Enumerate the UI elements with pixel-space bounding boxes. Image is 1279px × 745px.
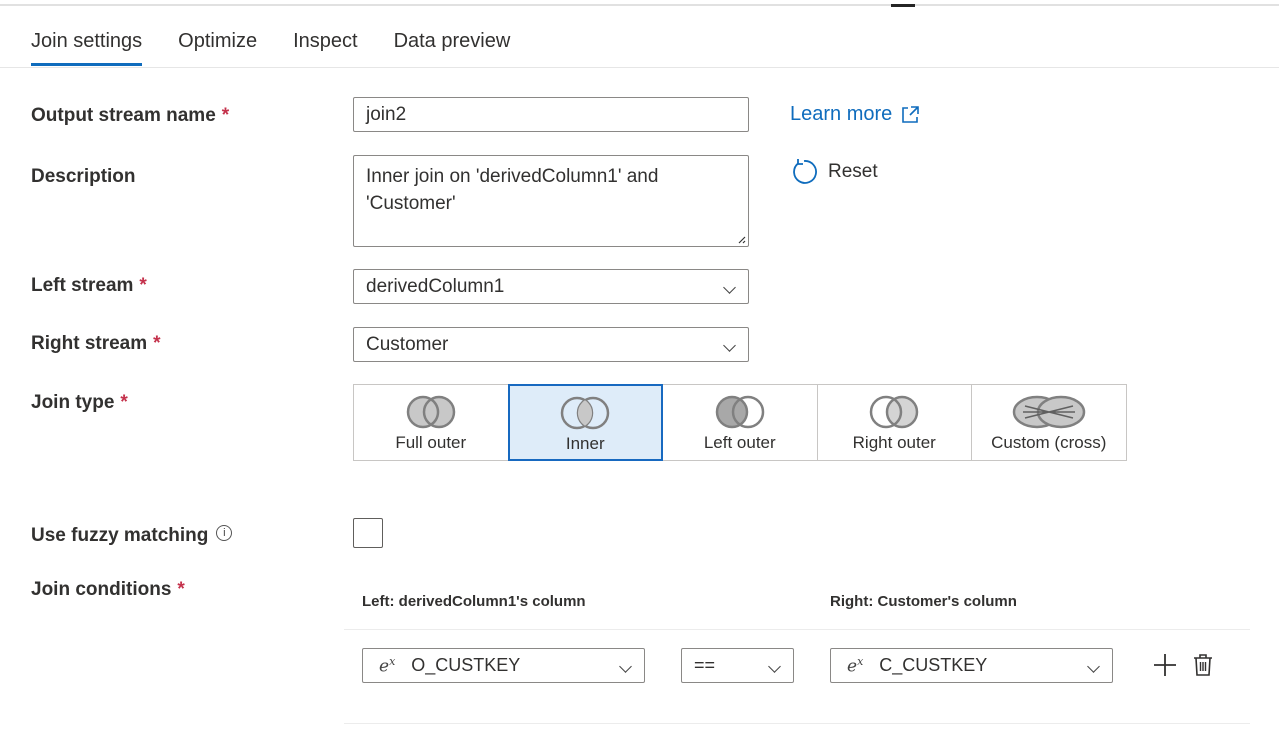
description-label: Description (31, 166, 136, 188)
description-label-text: Description (31, 166, 136, 187)
tab-optimize[interactable]: Optimize (178, 30, 257, 66)
join-type-label-text: Join type (31, 392, 115, 413)
join-type-label: Inner (565, 434, 605, 453)
required-marker: * (120, 392, 128, 413)
join-type-custom-cross[interactable]: Custom (cross) (971, 384, 1127, 461)
left-stream-value: derivedColumn1 (366, 276, 505, 297)
reset-icon (793, 159, 817, 184)
left-column-dropdown[interactable]: ex O_CUSTKEY (362, 648, 645, 683)
operator-value: == (694, 655, 716, 675)
right-stream-value: Customer (366, 334, 449, 355)
tab-bar: Join settings Optimize Inspect Data prev… (31, 30, 510, 66)
right-stream-label: Right stream * (31, 333, 161, 355)
right-column-value: C_CUSTKEY (879, 655, 988, 675)
join-conditions-label-text: Join conditions (31, 579, 172, 600)
chevron-down-icon (723, 281, 736, 294)
description-text: Inner join on 'derivedColumn1' and 'Cust… (366, 166, 659, 214)
right-column-header: Right: Customer's column (830, 593, 1017, 610)
left-stream-dropdown[interactable]: derivedColumn1 (353, 269, 749, 304)
join-type-inner[interactable]: Inner (507, 384, 663, 461)
top-drag-handle[interactable] (891, 4, 915, 7)
expression-icon: ex (847, 655, 863, 677)
chevron-down-icon (723, 339, 736, 352)
learn-more-link[interactable]: Learn more (790, 103, 920, 126)
join-type-label: Right outer (852, 433, 936, 452)
expression-superscript: x (857, 654, 864, 668)
join-type-label: Full outer (395, 433, 467, 452)
top-divider (0, 4, 1279, 6)
join-type-label: Left outer (703, 433, 776, 452)
chevron-down-icon (1087, 660, 1100, 673)
conditions-divider-top (344, 629, 1250, 630)
fuzzy-matching-checkbox[interactable] (353, 518, 383, 548)
reset-button[interactable]: Reset (790, 158, 878, 186)
expression-glyph: e (847, 656, 858, 677)
required-marker: * (221, 105, 230, 126)
expression-icon: ex (379, 655, 395, 677)
output-stream-input[interactable]: join2 (353, 97, 749, 132)
required-marker: * (139, 275, 147, 296)
output-stream-label-text: Output stream name (31, 105, 216, 126)
join-type-full-outer[interactable]: Full outer (353, 384, 509, 461)
fuzzy-matching-label-text: Use fuzzy matching (31, 525, 209, 546)
resize-handle-icon[interactable] (736, 234, 746, 244)
conditions-divider-bottom (344, 723, 1250, 724)
join-type-selector: Full outer Inner Left outer Right outer … (353, 384, 1127, 461)
cross-join-icon (1012, 395, 1085, 429)
join-type-label: Custom (cross) (991, 433, 1107, 452)
join-type-left-outer[interactable]: Left outer (662, 384, 818, 461)
chevron-down-icon (768, 660, 781, 673)
right-stream-dropdown[interactable]: Customer (353, 327, 749, 362)
right-outer-join-icon (870, 395, 919, 429)
left-outer-join-icon (715, 395, 764, 429)
reset-label: Reset (828, 161, 878, 182)
join-conditions-label: Join conditions * (31, 579, 185, 601)
tab-data-preview[interactable]: Data preview (394, 30, 511, 66)
inner-join-icon (561, 396, 610, 430)
tabs-divider (0, 67, 1279, 68)
external-link-icon (902, 105, 920, 123)
description-textarea[interactable]: Inner join on 'derivedColumn1' and 'Cust… (353, 155, 749, 247)
info-icon[interactable]: i (216, 525, 233, 541)
right-column-dropdown[interactable]: ex C_CUSTKEY (830, 648, 1113, 683)
expression-superscript: x (389, 654, 396, 668)
delete-condition-icon[interactable] (1192, 653, 1214, 677)
operator-dropdown[interactable]: == (681, 648, 794, 683)
chevron-down-icon (619, 660, 632, 673)
expression-glyph: e (379, 656, 390, 677)
join-type-label: Join type * (31, 392, 128, 414)
left-stream-label: Left stream * (31, 275, 147, 297)
learn-more-label: Learn more (790, 103, 893, 125)
required-marker: * (153, 333, 161, 354)
right-stream-label-text: Right stream (31, 333, 148, 354)
add-condition-icon[interactable] (1153, 653, 1177, 677)
left-column-header: Left: derivedColumn1's column (362, 593, 586, 610)
fuzzy-matching-label: Use fuzzy matching i (31, 525, 233, 547)
tab-inspect[interactable]: Inspect (293, 30, 357, 66)
left-column-value: O_CUSTKEY (411, 655, 521, 675)
join-type-right-outer[interactable]: Right outer (816, 384, 972, 461)
output-stream-label: Output stream name * (31, 105, 229, 127)
tab-join-settings[interactable]: Join settings (31, 30, 143, 66)
required-marker: * (177, 579, 185, 600)
left-stream-label-text: Left stream (31, 275, 134, 296)
full-outer-join-icon (406, 395, 455, 429)
